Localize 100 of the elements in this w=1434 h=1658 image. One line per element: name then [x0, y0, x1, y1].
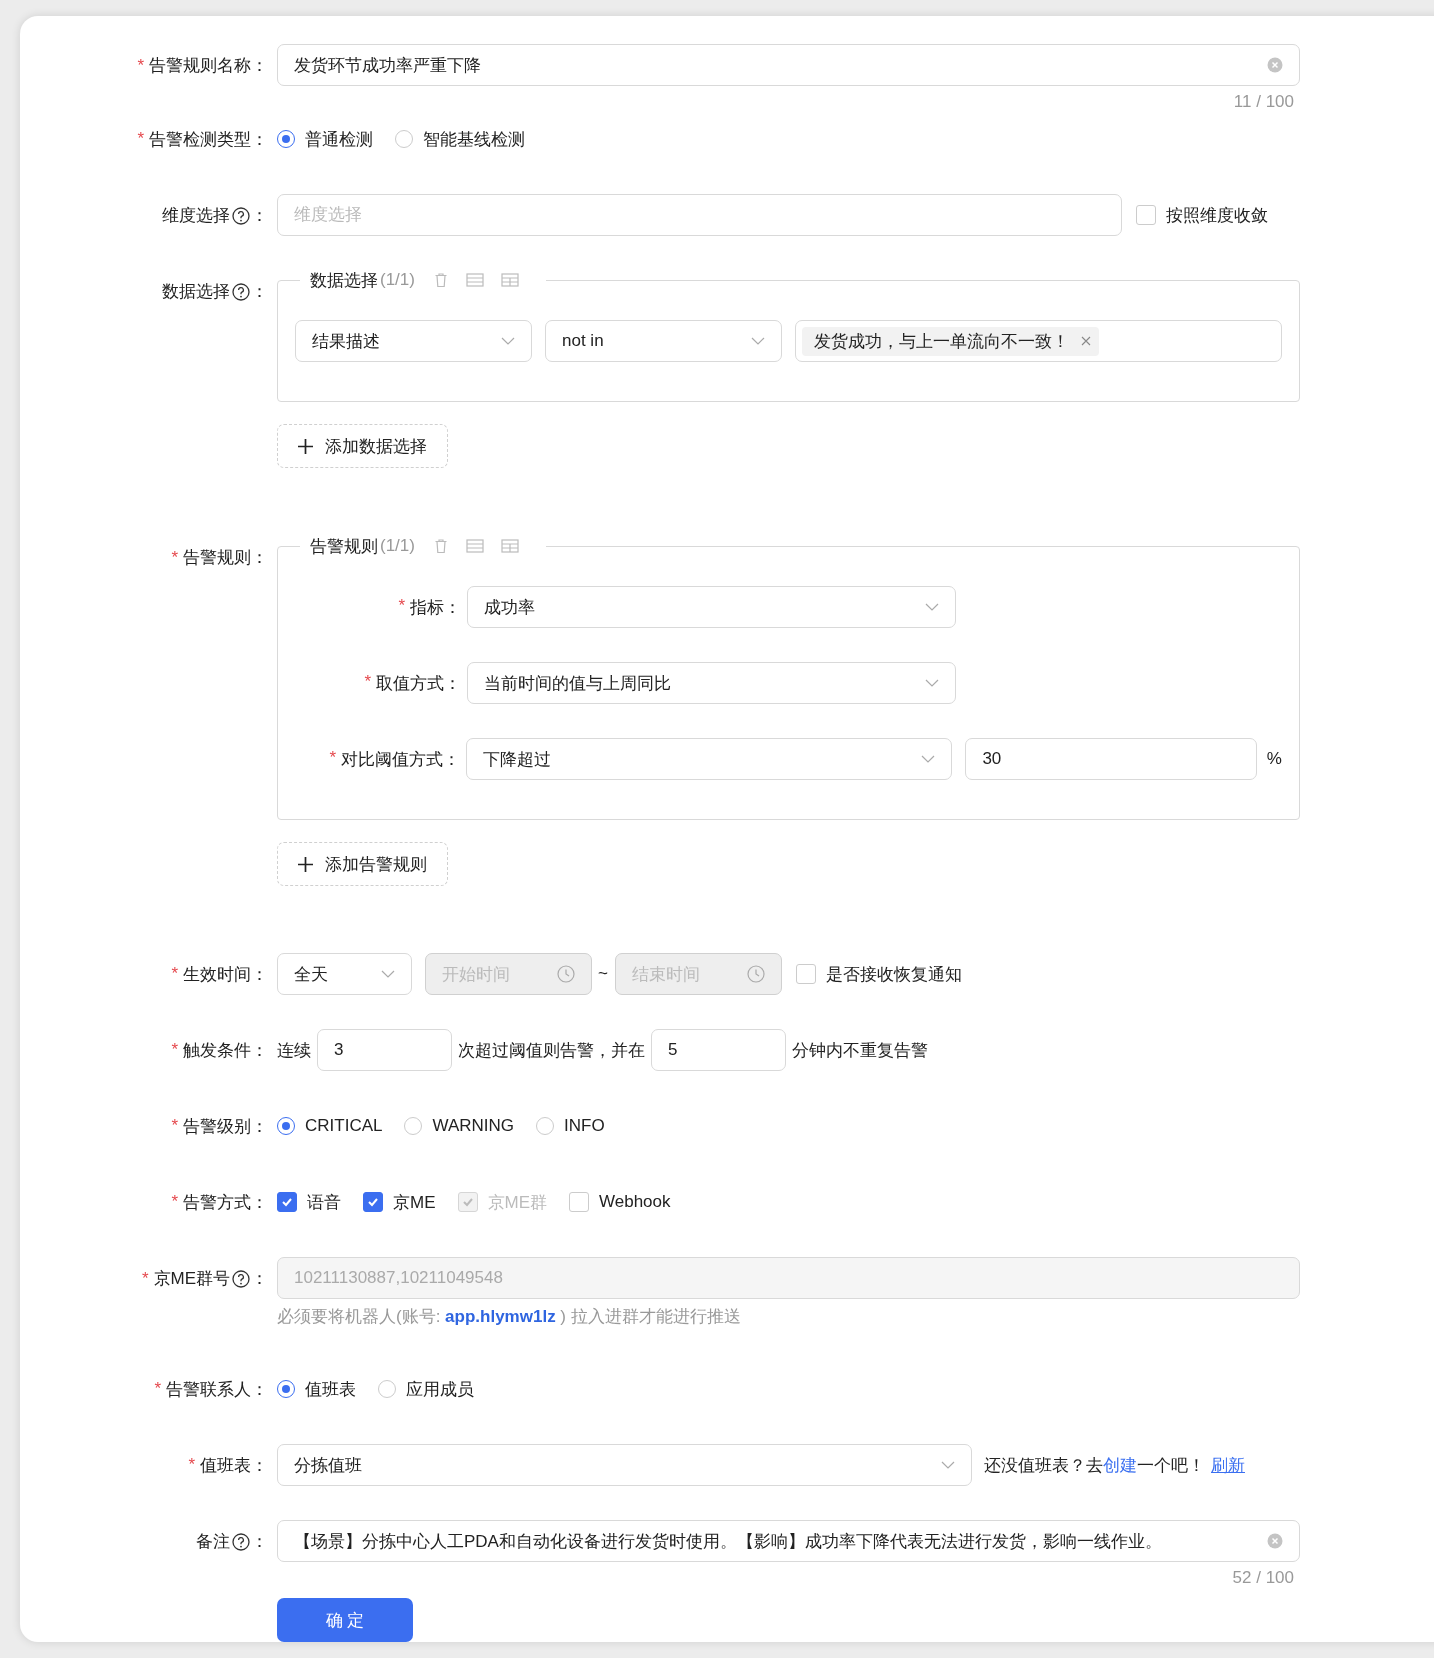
group-count: (1/1) — [380, 270, 415, 290]
text-field[interactable]: 发货环节成功率严重下降 — [277, 44, 1300, 86]
chevron-icon — [501, 337, 515, 345]
table-icon[interactable] — [465, 539, 484, 553]
chevron-icon — [921, 755, 936, 763]
duty-select[interactable]: 分拣值班 — [277, 1444, 972, 1486]
radio-button[interactable] — [378, 1380, 396, 1398]
radio-button[interactable] — [404, 1117, 423, 1135]
required-mark: * — [137, 55, 144, 76]
field-label: 告警方式： — [183, 1191, 268, 1214]
help-icon[interactable] — [232, 282, 250, 301]
field-colon: ： — [251, 1268, 268, 1290]
trigger-text: 连续 — [277, 1039, 311, 1062]
radio-button[interactable] — [277, 130, 295, 148]
radio-label: 值班表 — [305, 1378, 356, 1401]
radio-label: WARNING — [432, 1116, 514, 1136]
chevron-icon — [925, 679, 939, 687]
required-mark: * — [154, 1379, 161, 1399]
chevron-icon — [941, 1461, 955, 1469]
field-select[interactable]: 结果描述 — [295, 320, 532, 362]
field-label: 触发条件： — [183, 1039, 268, 1062]
help-icon[interactable] — [232, 1532, 250, 1551]
field-label: 对比阈值方式： — [341, 748, 461, 771]
required-mark: * — [141, 1268, 149, 1289]
grid-icon[interactable] — [500, 539, 519, 553]
checkbox[interactable] — [569, 1192, 589, 1212]
count-input[interactable]: 3 — [317, 1029, 452, 1071]
field-label: 维度选择 — [162, 205, 230, 227]
close-icon[interactable] — [1081, 336, 1091, 346]
radio-label: 应用成员 — [406, 1378, 474, 1401]
field-label: 数据选择 — [162, 281, 230, 303]
select-field[interactable]: 当前时间的值与上周同比 — [467, 662, 956, 704]
chevron-icon — [381, 970, 395, 978]
required-mark: * — [364, 671, 371, 693]
clear-icon[interactable] — [1267, 1533, 1283, 1549]
field-label: 告警联系人： — [166, 1378, 268, 1401]
field-label: 告警规则名称： — [149, 55, 268, 77]
check-icon — [281, 1196, 293, 1208]
hint-text: 必须要将机器人(账号: app.hlymw1lz ) 拉入进群才能进行推送 — [277, 1306, 742, 1328]
chevron-icon — [751, 337, 765, 345]
refresh-link[interactable]: 刷新 — [1211, 1455, 1245, 1475]
radio-button[interactable] — [277, 1117, 295, 1135]
add-button[interactable]: 添加数据选择 — [277, 424, 448, 468]
value-select[interactable]: 发货成功，与上一单流向不一致！ — [795, 320, 1282, 362]
group-count: (1/1) — [380, 536, 415, 556]
radio-label: INFO — [564, 1116, 605, 1136]
range-separator: ~ — [598, 964, 608, 984]
field-label: 备注 — [196, 1531, 230, 1553]
clear-icon[interactable] — [1267, 57, 1283, 73]
minutes-input[interactable]: 5 — [651, 1029, 786, 1071]
checkbox-label: 京ME群 — [487, 1191, 547, 1214]
grid-icon[interactable] — [500, 273, 519, 287]
submit-button[interactable]: 确 定 — [277, 1598, 413, 1642]
checkbox[interactable] — [1136, 205, 1156, 225]
threshold-input[interactable]: 30 — [965, 738, 1257, 780]
required-mark: * — [171, 1116, 178, 1136]
help-icon[interactable] — [232, 206, 250, 225]
create-link[interactable]: 创建 — [1103, 1455, 1137, 1475]
add-button[interactable]: 添加告警规则 — [277, 842, 448, 886]
chevron-icon — [925, 603, 939, 611]
operator-select[interactable]: not in — [545, 320, 782, 362]
radio-button[interactable] — [277, 1380, 295, 1398]
field-label: 告警规则： — [183, 547, 268, 569]
checkbox[interactable] — [795, 964, 816, 984]
clock-icon — [746, 965, 765, 983]
radio-button[interactable] — [395, 130, 413, 148]
field-colon: ： — [251, 205, 268, 227]
checkbox-label: 按照维度收敛 — [1166, 204, 1268, 227]
dimension-select[interactable]: 维度选择 — [277, 194, 1122, 236]
character-count: 11 / 100 — [1233, 92, 1294, 111]
text-input[interactable]: 【场景】分拣中心人工PDA和自动化设备进行发货时使用。【影响】成功率下降代表无法进行发货，影响一线作业。 — [294, 1531, 1259, 1551]
field-colon: ： — [251, 1531, 268, 1553]
trigger-text: 次超过阈值则告警，并在 — [458, 1039, 645, 1062]
field-label: 取值方式： — [376, 672, 461, 695]
text-input[interactable]: 发货环节成功率严重下降 — [294, 55, 1259, 75]
group-title: 告警规则 — [310, 535, 378, 558]
unit-label: % — [1266, 749, 1282, 769]
period-select[interactable]: 全天 — [277, 953, 412, 995]
select-field[interactable]: 成功率 — [467, 586, 956, 628]
checkbox-label: Webhook — [599, 1192, 671, 1212]
check-icon — [367, 1196, 379, 1208]
select-field[interactable]: 下降超过 — [466, 738, 953, 780]
radio-label: CRITICAL — [305, 1116, 383, 1136]
field-label: 值班表： — [200, 1454, 268, 1477]
plus-icon — [298, 856, 313, 872]
required-mark: * — [171, 1192, 178, 1212]
value-tag: 发货成功，与上一单流向不一致！ — [802, 326, 1099, 356]
required-mark: * — [171, 1040, 178, 1060]
radio-button[interactable] — [536, 1117, 554, 1135]
required-mark: * — [398, 595, 405, 617]
required-mark: * — [171, 547, 178, 568]
checkbox[interactable] — [363, 1192, 383, 1212]
checkbox[interactable] — [277, 1192, 297, 1212]
clock-icon — [557, 965, 575, 983]
required-mark: * — [329, 747, 337, 769]
table-icon[interactable] — [465, 273, 484, 287]
field-label: 指标： — [410, 596, 461, 619]
field-label: 告警级别： — [183, 1115, 268, 1138]
trigger-text: 分钟内不重复告警 — [792, 1039, 928, 1062]
remark-field[interactable]: 【场景】分拣中心人工PDA和自动化设备进行发货时使用。【影响】成功率下降代表无法进行发货，影响一线作业。 — [277, 1520, 1300, 1562]
